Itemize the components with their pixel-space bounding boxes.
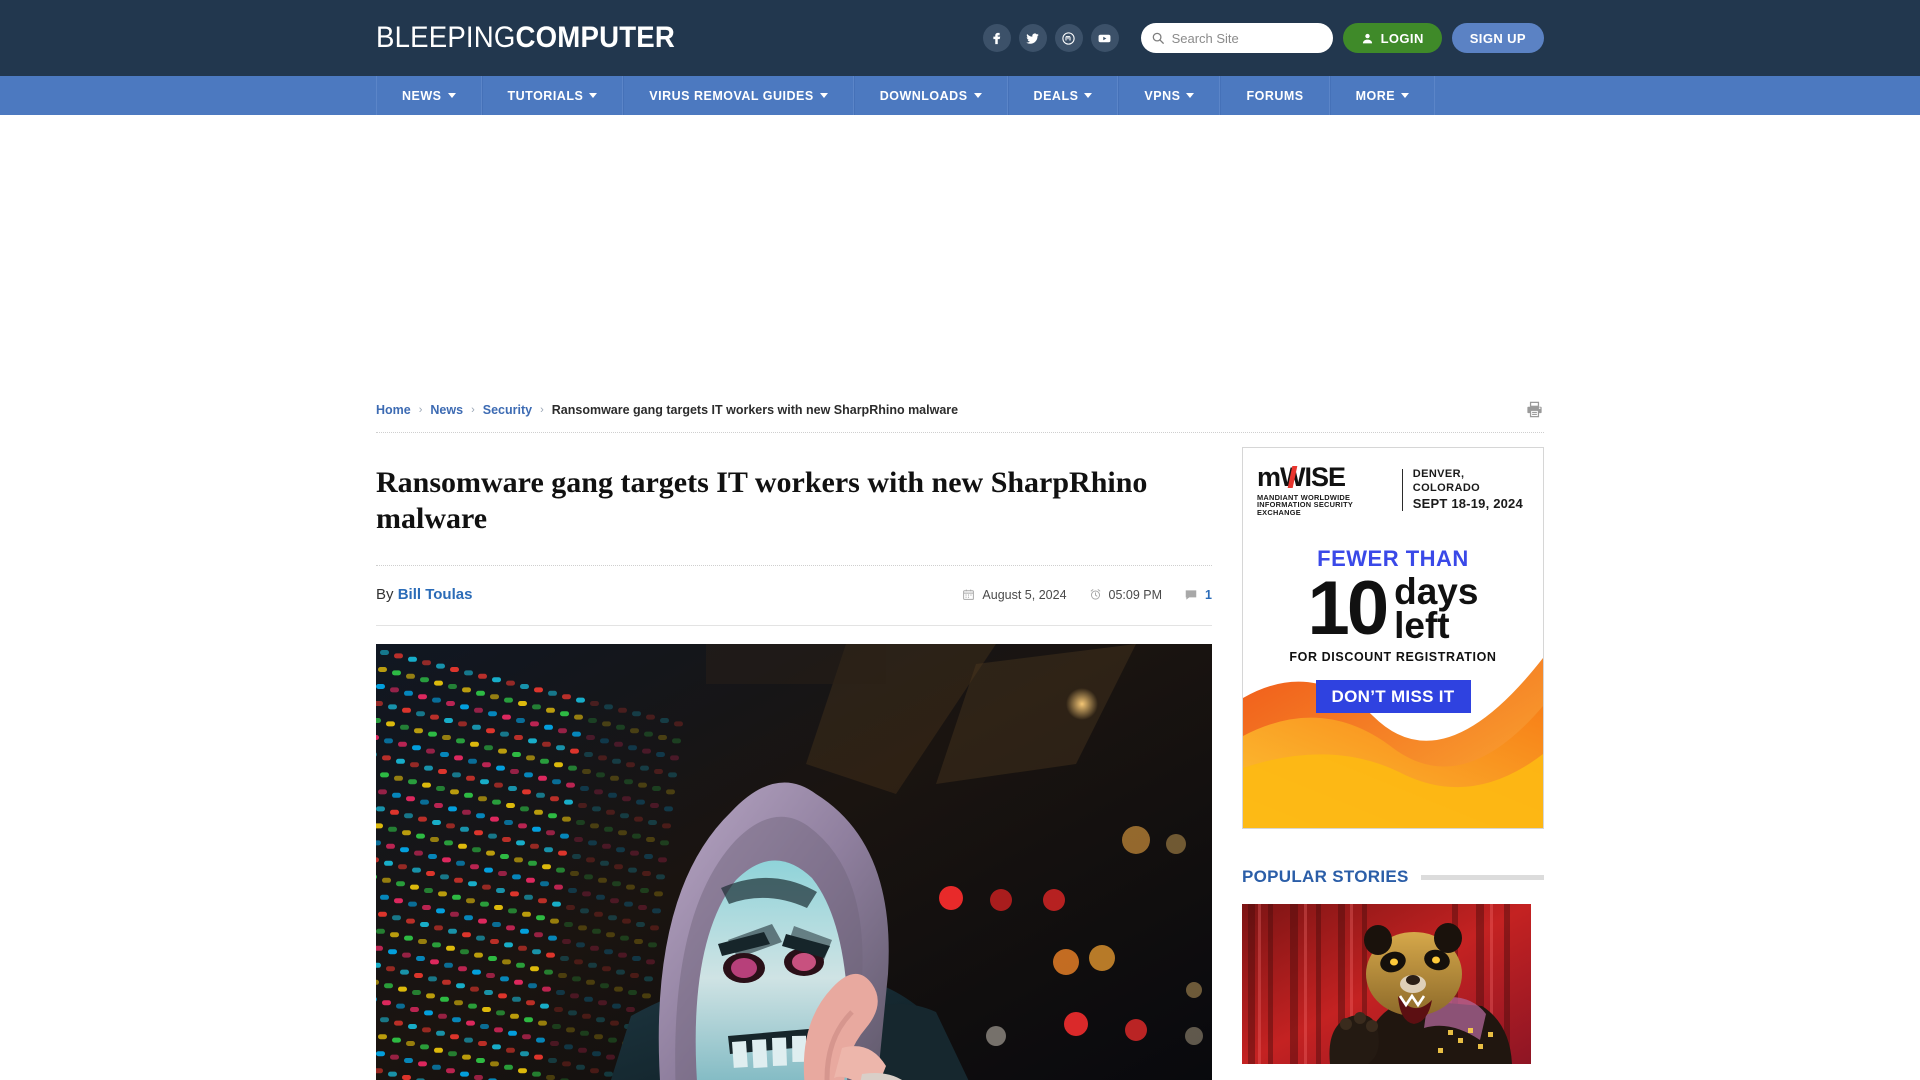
author-link[interactable]: Bill Toulas [398, 586, 473, 603]
breadcrumb: Home › News › Security › Ransomware gang… [376, 403, 958, 417]
nav-item-label: NEWS [402, 88, 442, 103]
article-meta-row: By Bill Toulas August 5, 2024 05:09 PM 1 [376, 566, 1212, 626]
search-input[interactable] [1171, 30, 1323, 46]
ad-location: DENVER, COLORADO [1412, 468, 1481, 494]
nav-item-tutorials[interactable]: TUTORIALS [481, 76, 624, 115]
ad-cta-label: DON’T MISS IT [1331, 686, 1455, 706]
top-ad-slot [0, 115, 1920, 387]
nav-item-forums[interactable]: FORUMS [1220, 76, 1330, 115]
chevron-down-icon [1186, 93, 1195, 98]
social-links [982, 24, 1119, 52]
article-hero-image [376, 644, 1212, 1080]
popular-story-thumbnail[interactable] [1242, 904, 1531, 1064]
chevron-down-icon [819, 93, 828, 98]
chevron-down-icon [1084, 93, 1093, 98]
ad-brand-block: mWISE MANDIANT WORLDWIDE INFORMATION SEC… [1257, 462, 1392, 517]
publish-date-label: August 5, 2024 [982, 587, 1067, 602]
page-title: Ransomware gang targets IT workers with … [376, 433, 1212, 566]
logo-text-bold: COMPUTER [515, 21, 675, 54]
nav-item-label: VPNS [1144, 88, 1181, 103]
breadcrumb-separator-icon: › [418, 403, 423, 416]
breadcrumb-home[interactable]: Home [376, 403, 411, 417]
byline-prefix: By [376, 586, 394, 603]
nav-item-label: DEALS [1033, 88, 1079, 103]
alarm-clock-icon [1090, 589, 1100, 600]
print-icon[interactable] [1525, 400, 1544, 419]
site-logo[interactable]: BLEEPINGCOMPUTER [376, 21, 675, 55]
chevron-down-icon [447, 93, 456, 98]
main-navigation: NEWS TUTORIALS VIRUS REMOVAL GUIDES DOWNLOA… [0, 76, 1920, 115]
nav-item-label: DOWNLOADS [879, 88, 968, 103]
ad-brand-sub-2: INFORMATION SECURITY EXCHANGE [1257, 500, 1353, 517]
twitter-icon[interactable] [1018, 24, 1047, 52]
publish-time-label: 05:09 PM [1108, 587, 1163, 602]
breadcrumb-separator-icon: › [471, 403, 475, 416]
comment-count[interactable]: 1 [1184, 588, 1212, 602]
breadcrumb-security[interactable]: Security [483, 403, 532, 417]
comment-count-label: 1 [1205, 587, 1212, 602]
facebook-icon[interactable] [982, 24, 1011, 52]
ad-number: 10 [1307, 566, 1390, 652]
sidebar: mWISE MANDIANT WORLDWIDE INFORMATION SEC… [1242, 433, 1544, 1080]
nav-item-label: VIRUS REMOVAL GUIDES [649, 88, 814, 103]
signup-label: SIGN UP [1469, 30, 1526, 46]
user-icon [1362, 33, 1372, 43]
nav-item-virus-removal-guides[interactable]: VIRUS REMOVAL GUIDES [623, 76, 854, 115]
login-button[interactable]: LOGIN [1342, 23, 1442, 53]
popular-stories-title: POPULAR STORIES [1242, 867, 1409, 886]
nav-item-downloads[interactable]: DOWNLOADS [853, 76, 1008, 115]
nav-item-label: TUTORIALS [507, 88, 584, 103]
mastodon-icon[interactable] [1054, 24, 1083, 52]
comment-icon [1185, 589, 1197, 600]
login-label: LOGIN [1380, 30, 1424, 46]
nav-item-label: MORE [1355, 88, 1396, 103]
sidebar-ad[interactable]: mWISE MANDIANT WORLDWIDE INFORMATION SEC… [1242, 447, 1544, 829]
ad-cta-button[interactable]: DON’T MISS IT [1315, 680, 1471, 714]
ad-dates: SEPT 18-19, 2024 [1412, 495, 1523, 511]
publish-time: 05:09 PM [1089, 587, 1163, 602]
search-icon [1152, 32, 1164, 44]
chevron-down-icon [973, 93, 982, 98]
signup-button[interactable]: SIGN UP [1451, 23, 1544, 53]
search-box[interactable] [1140, 23, 1333, 53]
nav-item-news[interactable]: NEWS [376, 76, 482, 115]
section-divider [1420, 874, 1544, 880]
nav-item-more[interactable]: MORE [1329, 76, 1436, 115]
chevron-down-icon [1401, 93, 1410, 98]
youtube-icon[interactable] [1090, 24, 1119, 52]
nav-item-deals[interactable]: DEALS [1007, 76, 1119, 115]
chevron-down-icon [589, 93, 598, 98]
popular-stories-header: POPULAR STORIES [1242, 867, 1544, 887]
calendar-icon [963, 589, 975, 600]
article-column: Ransomware gang targets IT workers with … [376, 433, 1212, 1080]
site-header: BLEEPINGCOMPUTER Search Site LOGIN SIGN … [0, 0, 1920, 76]
ad-unit-days: days [1394, 570, 1479, 612]
publish-date: August 5, 2024 [962, 587, 1067, 602]
nav-item-vpns[interactable]: VPNS [1118, 76, 1221, 115]
breadcrumb-news[interactable]: News [430, 403, 463, 417]
breadcrumb-separator-icon: › [540, 403, 544, 416]
byline: By Bill Toulas [376, 586, 472, 603]
breadcrumb-current: Ransomware gang targets IT workers with … [551, 402, 959, 417]
ad-subtext: FOR DISCOUNT REGISTRATION [1289, 650, 1497, 665]
logo-text-light: BLEEPING [376, 21, 516, 54]
ad-unit-left: left [1394, 605, 1450, 647]
nav-item-label: FORUMS [1246, 88, 1304, 103]
ad-brand: mWISE [1257, 462, 1346, 492]
